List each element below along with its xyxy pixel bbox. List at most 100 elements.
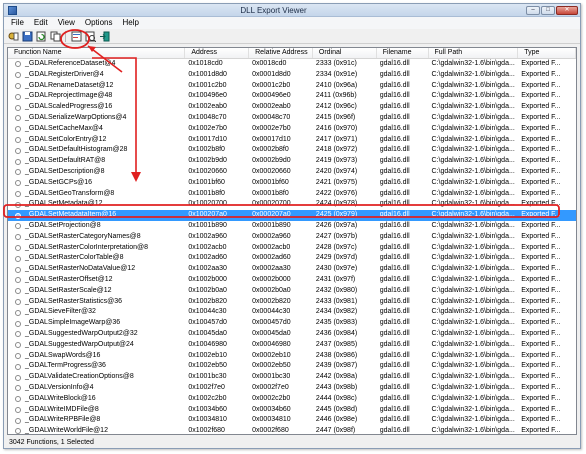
table-row[interactable]: _GDALVersionInfo@4 0x1002f7e0 0x0002f7e0 24… [8, 383, 576, 394]
cell-filename: gdal16.dll [379, 189, 410, 197]
html-report-button[interactable] [70, 30, 82, 42]
table-row[interactable]: _GDALSetMetadata@12 0x10020700 0x00020700 2… [8, 199, 576, 210]
cell-ordinal: 2445 (0x98d) [315, 405, 358, 413]
table-row[interactable]: _GDALWriteIMDFile@8 0x10034b60 0x00034b60 2… [8, 405, 576, 416]
copy-button[interactable] [49, 30, 61, 42]
table-row[interactable]: _GDALSetDescription@8 0x10020660 0x0002066… [8, 167, 576, 178]
table-row[interactable]: _GDALSerializeWarpOptions@4 0x10048c70 0x0… [8, 113, 576, 124]
table-row[interactable]: _GDALSuggestedWarpOutput@24 0x10046980 0x0… [8, 340, 576, 351]
properties-button[interactable] [7, 30, 19, 42]
cell-function-name: _GDALSetGCPs@16 [8, 178, 185, 189]
cell-address: 0x10017d10 [188, 135, 227, 143]
minimize-button[interactable]: – [526, 5, 540, 15]
table-row[interactable]: _GDALSetRasterStatistics@36 0x1002b820 0x0… [8, 297, 576, 308]
table-row[interactable]: _GDALSetRasterNoDataValue@12 0x1002aa30 0x… [8, 264, 576, 275]
cell-full-path: C:\gdalwin32-1.6\bin\gda... [431, 254, 515, 262]
menu-view[interactable]: View [53, 17, 80, 29]
cell-function-name: _GDALSimpleImageWarp@36 [8, 318, 185, 329]
column-header-ordinal[interactable]: Ordinal [313, 48, 377, 58]
table-row[interactable]: _GDALTermProgress@36 0x1002eb50 0x0002eb50… [8, 361, 576, 372]
table-row[interactable]: _GDALWriteRPBFile@8 0x10034810 0x00034810 2… [8, 415, 576, 426]
export-functions-button[interactable] [84, 30, 96, 42]
cell-function-name: _GDALSetRasterScale@12 [8, 286, 185, 297]
cell-filename: gdal16.dll [379, 135, 410, 143]
cell-filename: gdal16.dll [379, 124, 410, 132]
table-row[interactable]: _GDALSieveFilter@32 0x10044c30 0x00044c30 2… [8, 307, 576, 318]
cell-ordinal: 2424 (0x978) [315, 200, 358, 208]
column-header-full-path[interactable]: Full Path [429, 48, 519, 58]
cell-full-path: C:\gdalwin32-1.6\bin\gda... [431, 60, 515, 67]
table-row[interactable]: _GDALSwapWords@16 0x1002eb10 0x0002eb10 243… [8, 351, 576, 362]
menu-file[interactable]: File [6, 17, 29, 29]
cell-type: Exported F... [521, 351, 561, 359]
cell-ordinal: 2446 (0x98e) [315, 416, 358, 424]
cell-function-name: _GDALSetRasterOffset@12 [8, 275, 185, 286]
maximize-button[interactable]: □ [541, 5, 555, 15]
function-icon [15, 147, 21, 154]
table-row[interactable]: _GDALReferenceDataset@4 0x1018cd0 0x0018cd… [8, 59, 576, 70]
cell-function-name: _GDALSerializeWarpOptions@4 [8, 113, 185, 124]
cell-full-path: C:\gdalwin32-1.6\bin\gda... [431, 113, 515, 121]
table-row[interactable]: _GDALSetProjection@8 0x1001b890 0x0001b890… [8, 221, 576, 232]
refresh-button[interactable] [35, 30, 47, 42]
table-row[interactable]: _GDALSetColorEntry@12 0x10017d10 0x00017d1… [8, 135, 576, 146]
table-row[interactable]: _GDALSetRasterColorInterpretation@8 0x100… [8, 243, 576, 254]
table-row[interactable]: _GDALSuggestedWarpOutput2@32 0x10045da0 0x… [8, 329, 576, 340]
title-bar[interactable]: DLL Export Viewer – □ ✕ [4, 4, 580, 17]
cell-relative-address: 0x0002f680 [252, 427, 289, 435]
cell-address: 0x1002aa30 [188, 265, 227, 273]
function-name-text: _GDALScaledProgress@16 [25, 103, 113, 111]
cell-address: 0x1002b820 [188, 297, 227, 305]
column-header-type[interactable]: Type [518, 48, 576, 58]
close-button[interactable]: ✕ [556, 5, 578, 15]
cell-type: Exported F... [521, 275, 561, 283]
cell-ordinal: 2415 (0x96f) [315, 113, 356, 121]
cell-address: 0x1002eb50 [188, 362, 227, 370]
cell-filename: gdal16.dll [379, 405, 410, 413]
cell-function-name: _GDALSuggestedWarpOutput2@32 [8, 329, 185, 340]
table-row[interactable]: _GDALSetRasterScale@12 0x1002b0a0 0x0002b0… [8, 286, 576, 297]
table-row[interactable]: _GDALValidateCreationOptions@8 0x1001bc30… [8, 372, 576, 383]
cell-filename: gdal16.dll [379, 351, 410, 359]
menu-help[interactable]: Help [117, 17, 143, 29]
table-row[interactable]: _GDALSetDefaultRAT@8 0x1002b9d0 0x0002b9d0… [8, 156, 576, 167]
table-row[interactable]: _GDALSetRasterColorTable@8 0x1002ad60 0x00… [8, 253, 576, 264]
table-row[interactable]: _GDALWriteBlock@16 0x1002c2b0 0x0002c2b0 24… [8, 394, 576, 405]
table-row[interactable]: _GDALSimpleImageWarp@36 0x100457d0 0x00045… [8, 318, 576, 329]
cell-function-name: _GDALSetColorEntry@12 [8, 135, 185, 146]
exit-button[interactable] [98, 30, 110, 42]
table-row[interactable]: _GDALWriteWorldFile@12 0x1002f680 0x0002f6… [8, 426, 576, 435]
toolbar [4, 29, 580, 44]
function-icon [15, 309, 21, 316]
table-row[interactable]: _GDALScaledProgress@16 0x1002eab0 0x0002ea… [8, 102, 576, 113]
column-header-relative-address[interactable]: Relative Address [249, 48, 313, 58]
table-row-selected[interactable]: _GDALSetMetadataItem@16 0x100207a0 0x00020… [8, 210, 576, 221]
table-row[interactable]: _GDALSetCacheMax@4 0x1002e7b0 0x0002e7b0 24… [8, 124, 576, 135]
table-row[interactable]: _GDALSetRasterOffset@12 0x1002b000 0x0002b… [8, 275, 576, 286]
save-button[interactable] [21, 30, 33, 42]
column-header-function-name[interactable]: Function Name [8, 48, 186, 58]
table-row[interactable]: _GDALSetGeoTransform@8 0x1001b8f0 0x0001b8… [8, 189, 576, 200]
cell-function-name: _GDALSetCacheMax@4 [8, 124, 185, 135]
cell-function-name: _GDALScaledProgress@16 [8, 102, 185, 113]
copy-icon [50, 31, 60, 41]
table-row[interactable]: _GDALSetRasterCategoryNames@8 0x1002a960 0… [8, 232, 576, 243]
table-row[interactable]: _GDALSetGCPs@16 0x1001bf60 0x0001bf60 2421 … [8, 178, 576, 189]
table-row[interactable]: _GDALRenameDataset@12 0x1001c2b0 0x0001c2b… [8, 81, 576, 92]
column-header-address[interactable]: Address [185, 48, 250, 58]
cell-filename: gdal16.dll [379, 275, 410, 283]
table-row[interactable]: _GDALRegisterDriver@4 0x1001d8d0 0x0001d8d… [8, 70, 576, 81]
function-name-text: _GDALSetRasterNoDataValue@12 [25, 265, 136, 273]
cell-function-name: _GDALValidateCreationOptions@8 [8, 372, 185, 383]
cell-filename: gdal16.dll [379, 92, 410, 100]
function-list[interactable]: Function Name Address Relative Address O… [7, 47, 577, 435]
function-name-text: _GDALSwapWords@16 [25, 351, 101, 359]
menu-edit[interactable]: Edit [29, 17, 53, 29]
cell-filename: gdal16.dll [379, 178, 410, 186]
column-header-filename[interactable]: Filename [377, 48, 429, 58]
menu-options[interactable]: Options [80, 17, 118, 29]
cell-relative-address: 0x0002b9d0 [252, 157, 291, 165]
table-row[interactable]: _GDALSetDefaultHistogram@28 0x1002b8f0 0x0… [8, 145, 576, 156]
table-row[interactable]: _GDALReprojectImage@48 0x100496e0 0x000496… [8, 91, 576, 102]
cell-filename: gdal16.dll [379, 146, 410, 154]
